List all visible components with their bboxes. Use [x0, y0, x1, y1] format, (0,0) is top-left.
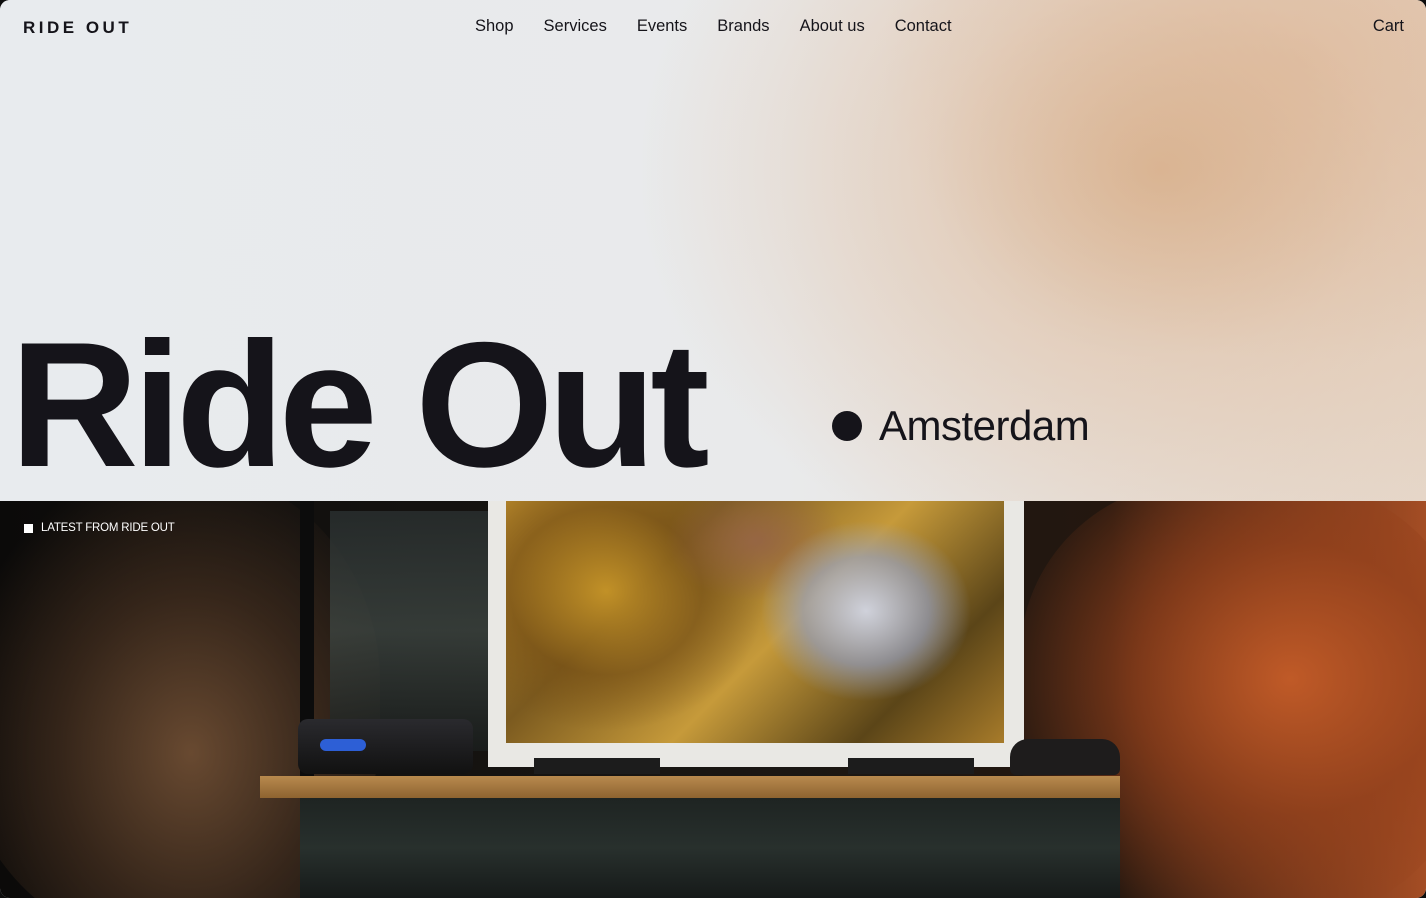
nav-item-shop[interactable]: Shop: [475, 17, 514, 36]
latest-label-text: LATEST FROM RIDE OUT: [41, 522, 175, 534]
page-frame: RIDE OUT Shop Services Events Brands Abo…: [0, 0, 1426, 898]
square-bullet-icon: [24, 523, 33, 533]
table-underside: [300, 798, 1120, 898]
poster-stand-right: [848, 758, 974, 774]
helmet-on-table: [1010, 739, 1120, 775]
top-nav: RIDE OUT Shop Services Events Brands Abo…: [0, 0, 1426, 56]
wooden-table: [260, 776, 1120, 798]
nav-item-brands[interactable]: Brands: [717, 17, 769, 36]
featured-photo: [0, 501, 1426, 898]
nav-item-contact[interactable]: Contact: [895, 17, 952, 36]
nav-item-about-us[interactable]: About us: [800, 17, 865, 36]
cyclist-poster: [488, 501, 1024, 767]
nav-item-services[interactable]: Services: [544, 17, 607, 36]
nav-item-events[interactable]: Events: [637, 17, 687, 36]
location-dot-icon: [832, 411, 862, 441]
location-tag: Amsterdam: [832, 402, 1090, 450]
poster-stand-left: [534, 758, 660, 774]
site-logo[interactable]: RIDE OUT: [23, 18, 132, 38]
cart-link[interactable]: Cart: [1373, 17, 1404, 36]
main-menu: Shop Services Events Brands About us Con…: [475, 17, 982, 36]
cyclist-poster-image: [506, 501, 1004, 743]
photo-background-window: [330, 511, 490, 751]
hero-section: RIDE OUT Shop Services Events Brands Abo…: [0, 0, 1426, 501]
location-city: Amsterdam: [879, 402, 1090, 449]
gloves-detail: [320, 739, 366, 751]
latest-label: LATEST FROM RIDE OUT: [24, 522, 175, 534]
hero-title: Ride Out: [10, 305, 710, 504]
